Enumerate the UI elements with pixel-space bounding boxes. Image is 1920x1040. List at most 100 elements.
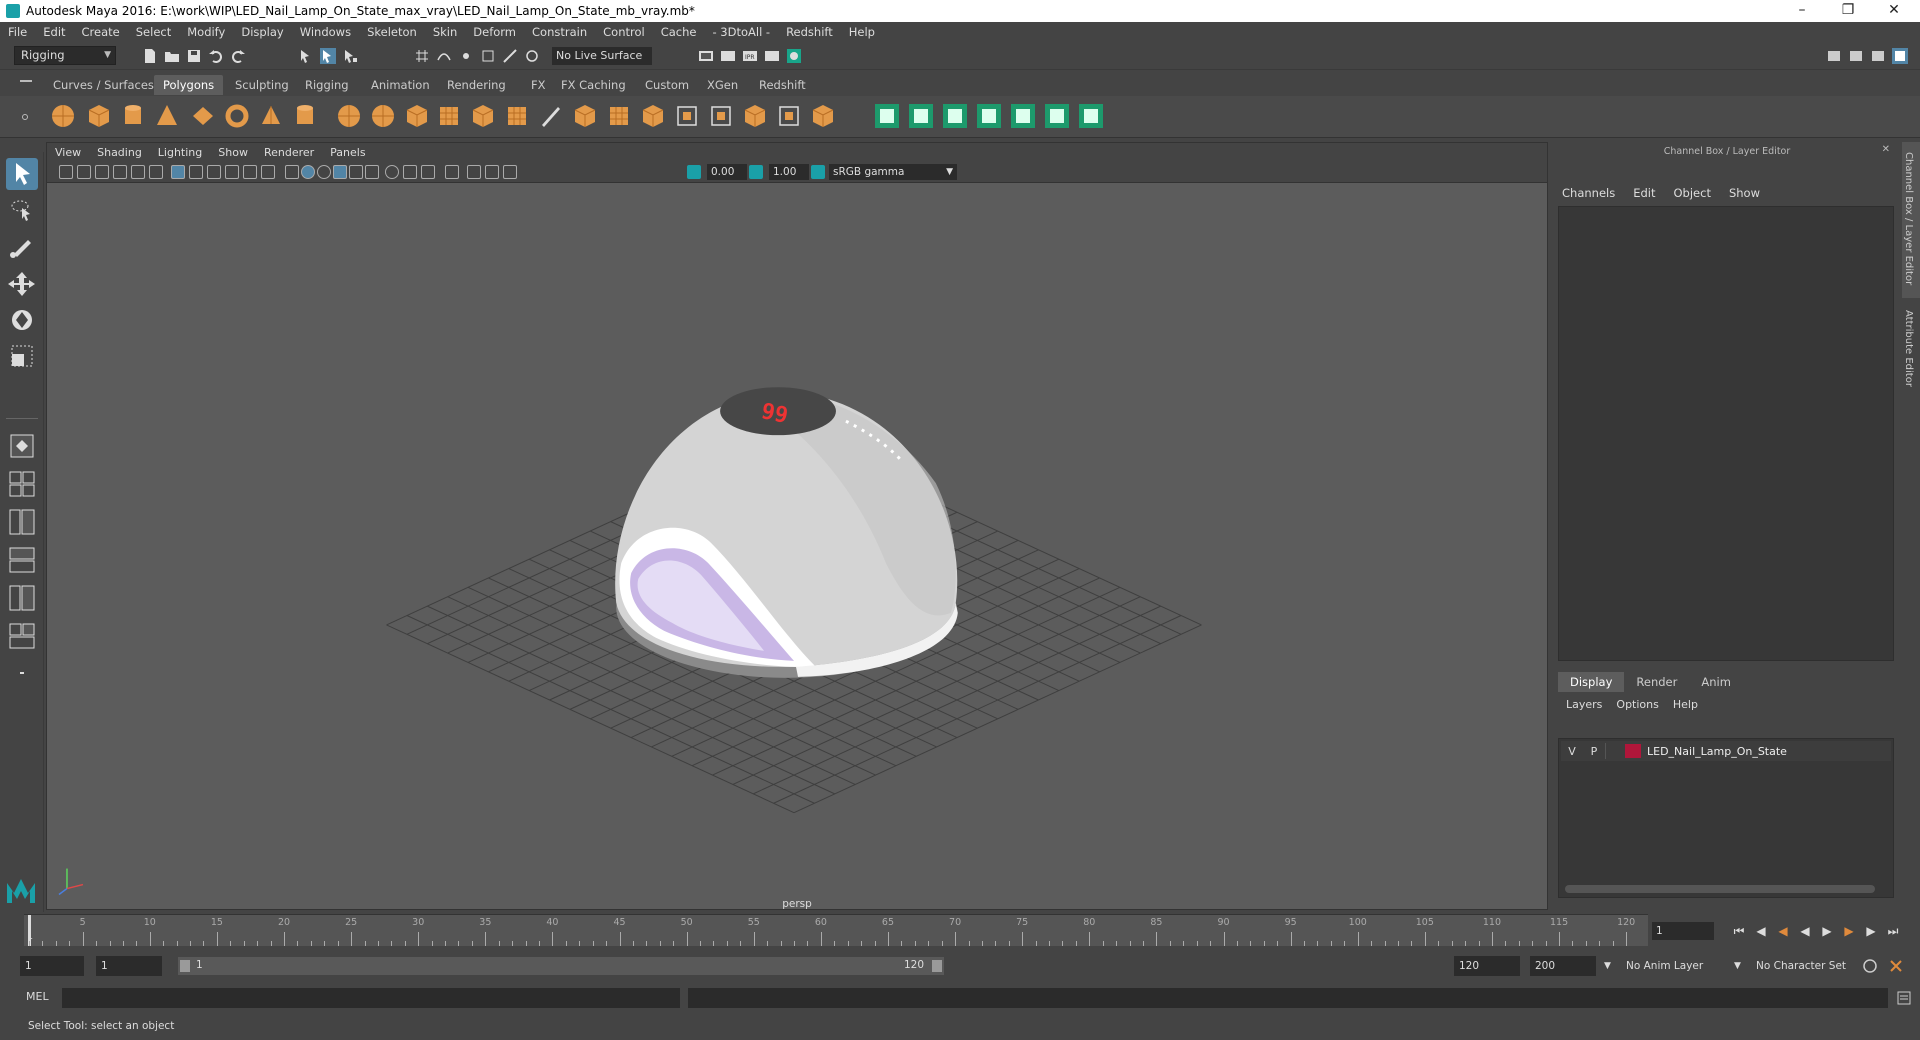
use-all-lights-icon[interactable]	[349, 165, 363, 179]
channel-box-menu-channels[interactable]: Channels	[1562, 186, 1615, 200]
snap-curve-icon[interactable]	[436, 48, 452, 64]
menu-help[interactable]: Help	[841, 25, 883, 39]
menu-select[interactable]: Select	[128, 25, 179, 39]
step-forward-key-icon[interactable]: ▶	[1864, 924, 1878, 938]
snap-grid-icon[interactable]	[414, 48, 430, 64]
layer-visibility-toggle[interactable]: V	[1561, 745, 1583, 758]
menu-edit[interactable]: Edit	[35, 25, 73, 39]
select-object-icon[interactable]	[320, 48, 336, 64]
shelf-tab-fx-caching[interactable]: FX Caching	[552, 75, 635, 95]
grid-toggle-icon[interactable]	[171, 165, 185, 179]
perspective-viewport[interactable]: View Shading Lighting Show Renderer Panels 0.…	[46, 142, 1548, 910]
minimize-button[interactable]: –	[1780, 0, 1824, 22]
snap-point-icon[interactable]	[458, 48, 474, 64]
persp-graph-layout-icon[interactable]	[6, 544, 38, 576]
make-live-icon[interactable]	[524, 48, 540, 64]
current-frame-field[interactable]: 1	[1652, 922, 1714, 940]
range-end-handle[interactable]	[932, 960, 942, 972]
menu-skin[interactable]: Skin	[425, 25, 465, 39]
offset-edge-loop-icon[interactable]	[672, 101, 702, 131]
layer-list[interactable]: V P LED_Nail_Lamp_On_State	[1558, 738, 1894, 898]
scene-3d-view[interactable]: 99	[47, 183, 1547, 911]
step-back-frame-icon[interactable]: ◀	[1776, 924, 1790, 938]
bevel-icon[interactable]	[570, 101, 600, 131]
render-view-icon[interactable]	[764, 48, 780, 64]
go-to-end-icon[interactable]: ⏭	[1886, 924, 1900, 938]
poly-pipe-icon[interactable]	[290, 101, 320, 131]
mirror-icon[interactable]	[774, 101, 804, 131]
layer-list-scrollbar[interactable]	[1565, 885, 1875, 893]
layer-tab-render[interactable]: Render	[1624, 672, 1689, 692]
shelf-tab-sculpting[interactable]: Sculpting	[226, 75, 298, 95]
script-editor-icon[interactable]	[1896, 990, 1912, 1006]
select-camera-icon[interactable]	[59, 165, 73, 179]
planar-uv-icon[interactable]	[872, 101, 902, 131]
shelf-tab-polygons[interactable]: Polygons	[154, 75, 224, 95]
shelf-menu-icon[interactable]	[20, 80, 32, 82]
layer-menu-help[interactable]: Help	[1673, 698, 1698, 711]
shelf-tab-xgen[interactable]: XGen	[698, 75, 747, 95]
screen-space-ao-icon[interactable]	[385, 165, 399, 179]
menu-file[interactable]: File	[0, 25, 35, 39]
shelf-tab-rigging[interactable]: Rigging	[296, 75, 358, 95]
gate-mask-icon[interactable]	[225, 165, 239, 179]
menu-deform[interactable]: Deform	[465, 25, 524, 39]
layer-display-type[interactable]	[1605, 743, 1623, 759]
camera-attributes-icon[interactable]	[77, 165, 91, 179]
smooth-icon[interactable]	[468, 101, 498, 131]
outliner-persp-layout-icon[interactable]	[6, 582, 38, 614]
bookmarks-icon[interactable]	[95, 165, 109, 179]
command-language-label[interactable]: MEL	[26, 990, 49, 1003]
move-tool-icon[interactable]	[6, 268, 38, 300]
chevron-down-icon[interactable]: ▼	[1604, 956, 1611, 976]
poly-cylinder-icon[interactable]	[118, 101, 148, 131]
menu-create[interactable]: Create	[74, 25, 128, 39]
persp-outliner-layout-icon[interactable]	[6, 506, 38, 538]
exposure-field[interactable]: 0.00	[707, 164, 747, 180]
shelf-tab-animation[interactable]: Animation	[362, 75, 439, 95]
play-forward-icon[interactable]: ▶	[1820, 924, 1834, 938]
layer-playback-toggle[interactable]: P	[1583, 745, 1605, 758]
shelf-tab-custom[interactable]: Custom	[636, 75, 698, 95]
menu-constrain[interactable]: Constrain	[524, 25, 595, 39]
append-polygon-icon[interactable]	[808, 101, 838, 131]
extract-icon[interactable]	[402, 101, 432, 131]
uv-checker-icon[interactable]	[1042, 101, 1072, 131]
paint-select-tool-icon[interactable]	[6, 230, 38, 262]
isolate-select-icon[interactable]	[445, 165, 459, 179]
scale-tool-icon[interactable]	[6, 340, 38, 372]
motion-blur-icon[interactable]	[403, 165, 417, 179]
xray-joints-icon[interactable]	[485, 165, 499, 179]
render-settings-icon[interactable]	[698, 48, 714, 64]
time-slider-track[interactable]: 1 51015202530354045505560657075808590951…	[24, 914, 1648, 946]
poly-plane-icon[interactable]	[188, 101, 218, 131]
hypershade-icon[interactable]	[786, 48, 802, 64]
grease-pencil-icon[interactable]	[149, 165, 163, 179]
channel-box-menu-edit[interactable]: Edit	[1633, 186, 1655, 200]
viewport-menu-show[interactable]: Show	[210, 146, 256, 159]
xray-icon[interactable]	[467, 165, 481, 179]
hypershade-persp-layout-icon[interactable]	[6, 620, 38, 652]
save-scene-icon[interactable]	[186, 48, 202, 64]
go-to-start-icon[interactable]: ⏮	[1732, 924, 1746, 938]
four-view-layout-icon[interactable]	[6, 468, 38, 500]
viewport-menu-renderer[interactable]: Renderer	[256, 146, 322, 159]
color-management-icon[interactable]	[811, 165, 825, 179]
safe-action-icon[interactable]	[261, 165, 275, 179]
spherical-uv-icon[interactable]	[940, 101, 970, 131]
select-component-icon[interactable]	[342, 48, 358, 64]
viewport-menu-lighting[interactable]: Lighting	[150, 146, 210, 159]
select-hierarchy-icon[interactable]	[298, 48, 314, 64]
layer-menu-layers[interactable]: Layers	[1566, 698, 1602, 711]
poly-pyramid-icon[interactable]	[256, 101, 286, 131]
layer-tab-display[interactable]: Display	[1558, 672, 1625, 692]
modeling-toolkit-icon[interactable]	[1826, 48, 1842, 64]
select-tool-icon[interactable]	[6, 158, 38, 190]
anti-aliasing-icon[interactable]	[421, 165, 435, 179]
wireframe-icon[interactable]	[285, 165, 299, 179]
menu-set-selector[interactable]: Rigging ▼	[14, 46, 116, 65]
layer-color-swatch[interactable]	[1625, 744, 1641, 758]
new-scene-icon[interactable]	[142, 48, 158, 64]
close-window-button[interactable]: ✕	[1872, 0, 1916, 22]
playback-start-field[interactable]: 1	[96, 956, 162, 976]
